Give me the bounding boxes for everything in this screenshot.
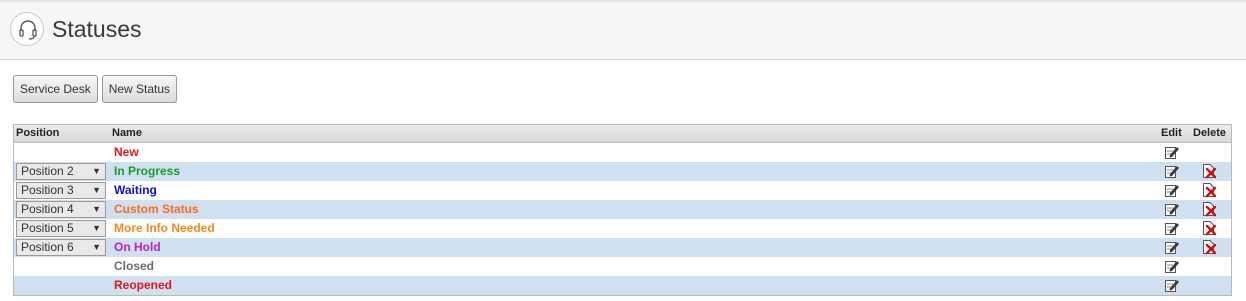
column-header-delete: Delete [1193, 127, 1227, 139]
statuses-grid: Position Name Edit Delete New Position 2… [13, 124, 1232, 296]
table-row: Position 5 ▼ More Info Needed [14, 219, 1231, 238]
position-select[interactable]: Position 6 ▼ [16, 239, 106, 256]
headset-icon [10, 12, 44, 46]
status-name: Reopened [114, 278, 173, 292]
table-row: New [14, 143, 1231, 162]
position-select-value: Position 5 [21, 221, 74, 235]
dropdown-arrow-icon: ▼ [92, 185, 101, 195]
service-desk-button[interactable]: Service Desk [13, 75, 98, 103]
status-name: More Info Needed [114, 221, 215, 235]
page-title: Statuses [52, 16, 142, 42]
dropdown-arrow-icon: ▼ [92, 166, 101, 176]
table-row: Reopened [14, 276, 1231, 295]
dropdown-arrow-icon: ▼ [92, 204, 101, 214]
dropdown-arrow-icon: ▼ [92, 242, 101, 252]
table-row: Closed [14, 257, 1231, 276]
status-name: In Progress [114, 164, 181, 178]
status-name: New [114, 145, 139, 159]
position-select[interactable]: Position 4 ▼ [16, 201, 106, 218]
position-select[interactable]: Position 2 ▼ [16, 163, 106, 180]
position-select-value: Position 6 [21, 240, 74, 254]
status-name: On Hold [114, 240, 161, 254]
position-select-value: Position 4 [21, 202, 74, 216]
status-name: Custom Status [114, 202, 199, 216]
status-name: Closed [114, 259, 155, 273]
grid-body: New Position 2 ▼ In Progress Position 3 ▼ Wa… [14, 143, 1231, 295]
position-select-value: Position 3 [21, 183, 74, 197]
table-row: Position 4 ▼ Custom Status [14, 200, 1231, 219]
column-header-edit: Edit [1161, 127, 1182, 139]
new-status-button[interactable]: New Status [101, 75, 178, 103]
table-row: Position 3 ▼ Waiting [14, 181, 1231, 200]
page-header: Statuses [0, 2, 1246, 60]
status-name: Waiting [114, 183, 157, 197]
column-header-position[interactable]: Position [16, 127, 59, 139]
grid-header: Position Name Edit Delete [14, 125, 1231, 143]
toolbar: Service Desk New Status [13, 75, 178, 103]
position-select[interactable]: Position 3 ▼ [16, 182, 106, 199]
table-row: Position 2 ▼ In Progress [14, 162, 1231, 181]
position-select-value: Position 2 [21, 164, 74, 178]
column-header-name[interactable]: Name [112, 127, 142, 139]
edit-icon[interactable] [1164, 277, 1180, 298]
table-row: Position 6 ▼ On Hold [14, 238, 1231, 257]
position-select[interactable]: Position 5 ▼ [16, 220, 106, 237]
dropdown-arrow-icon: ▼ [92, 223, 101, 233]
